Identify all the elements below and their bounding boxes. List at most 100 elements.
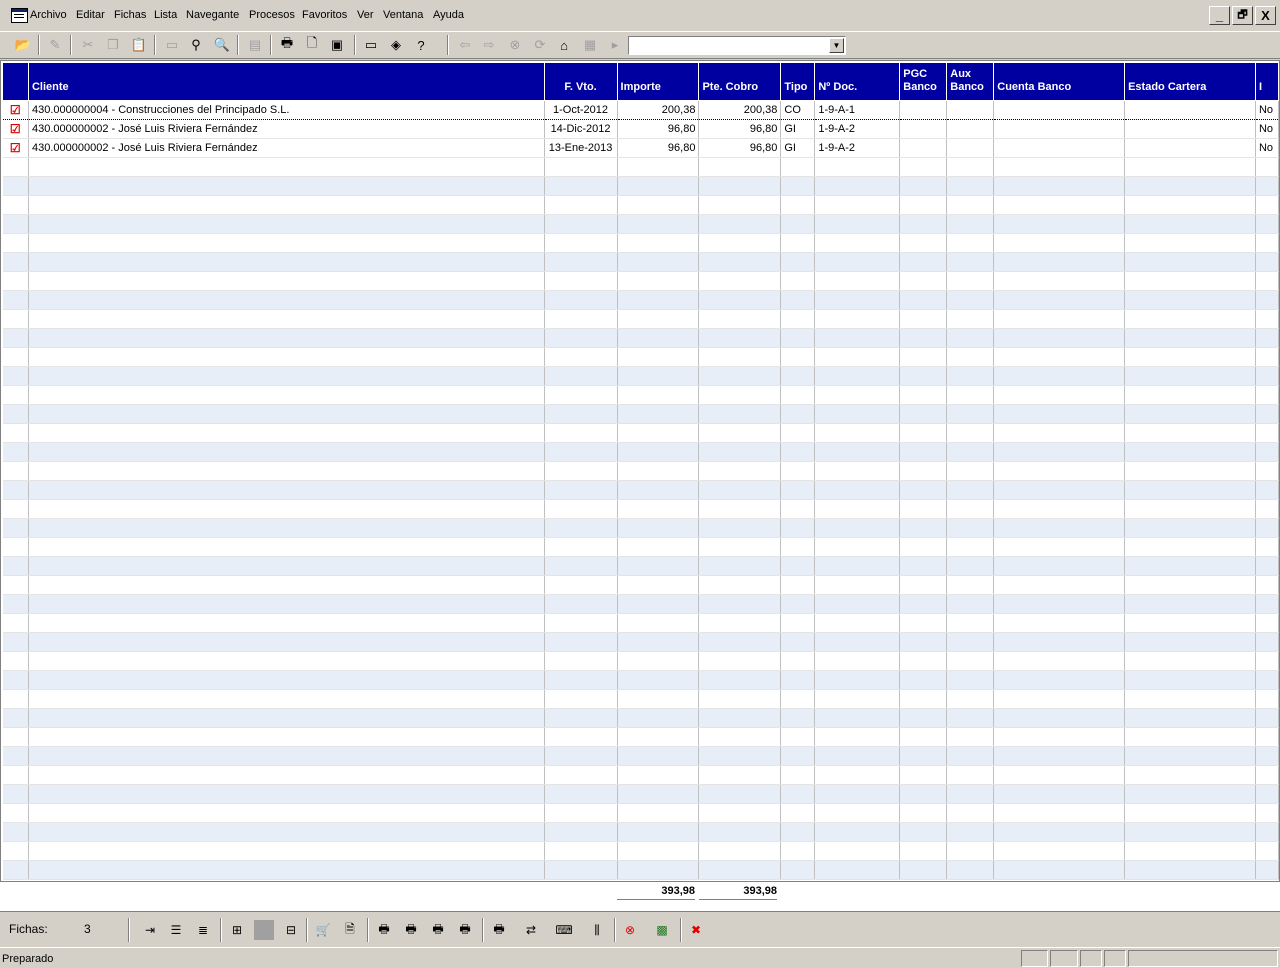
col-header-fvto[interactable]: F. Vto. [543,62,618,101]
empty-cell[interactable] [698,556,782,576]
empty-cell[interactable] [544,727,618,747]
empty-cell[interactable] [993,404,1126,424]
empty-cell[interactable] [617,556,700,576]
empty-cell[interactable] [993,442,1126,462]
empty-cell[interactable] [2,328,29,348]
empty-cell[interactable] [698,575,782,595]
empty-cell[interactable] [814,727,901,747]
empty-row[interactable] [2,860,1279,880]
empty-cell[interactable] [1124,176,1256,196]
empty-cell[interactable] [1124,214,1256,234]
cell-importe[interactable]: 96,80 [617,119,700,139]
empty-cell[interactable] [544,556,618,576]
empty-row[interactable] [2,233,1279,253]
empty-cell[interactable] [899,499,948,519]
empty-cell[interactable] [814,347,901,367]
empty-cell[interactable] [617,613,700,633]
menu-archivo[interactable]: Archivo [30,9,67,21]
empty-cell[interactable] [1255,404,1279,424]
empty-cell[interactable] [28,727,545,747]
empty-cell[interactable] [2,290,29,310]
empty-cell[interactable] [780,727,816,747]
empty-cell[interactable] [946,442,995,462]
empty-row[interactable] [2,404,1279,424]
empty-row[interactable] [2,385,1279,405]
empty-cell[interactable] [28,385,545,405]
empty-cell[interactable] [28,651,545,671]
empty-cell[interactable] [946,727,995,747]
empty-cell[interactable] [544,385,618,405]
empty-cell[interactable] [1255,651,1279,671]
cell-ndoc[interactable]: 1-9-A-2 [814,119,901,139]
cell-i[interactable]: No [1255,138,1279,158]
empty-row[interactable] [2,309,1279,329]
empty-cell[interactable] [28,822,545,842]
empty-cell[interactable] [1124,309,1256,329]
empty-cell[interactable] [617,575,700,595]
empty-cell[interactable] [698,746,782,766]
empty-cell[interactable] [28,518,545,538]
empty-cell[interactable] [814,176,901,196]
empty-row[interactable] [2,347,1279,367]
empty-cell[interactable] [28,708,545,728]
empty-cell[interactable] [814,366,901,386]
empty-cell[interactable] [780,499,816,519]
empty-cell[interactable] [698,214,782,234]
empty-cell[interactable] [2,252,29,272]
empty-cell[interactable] [946,271,995,291]
empty-cell[interactable] [1255,822,1279,842]
cell-aux-banco[interactable] [946,119,995,139]
empty-cell[interactable] [28,670,545,690]
empty-cell[interactable] [2,442,29,462]
empty-cell[interactable] [814,689,901,709]
cell-estado-cartera[interactable] [1124,119,1256,139]
empty-cell[interactable] [28,480,545,500]
empty-row[interactable] [2,518,1279,538]
empty-cell[interactable] [544,689,618,709]
print-icon[interactable]: 🖶 [489,920,509,940]
empty-cell[interactable] [814,252,901,272]
print-icon[interactable]: 🖶 [428,920,448,940]
tree-collapse-icon[interactable]: ⊟ [281,920,301,940]
empty-row[interactable] [2,556,1279,576]
empty-cell[interactable] [544,461,618,481]
empty-cell[interactable] [28,176,545,196]
empty-cell[interactable] [1255,746,1279,766]
empty-cell[interactable] [1255,670,1279,690]
empty-cell[interactable] [1255,309,1279,329]
empty-cell[interactable] [617,499,700,519]
empty-cell[interactable] [28,461,545,481]
empty-cell[interactable] [617,841,700,861]
empty-row[interactable] [2,214,1279,234]
empty-row[interactable] [2,632,1279,652]
empty-cell[interactable] [814,290,901,310]
empty-cell[interactable] [544,214,618,234]
empty-cell[interactable] [899,689,948,709]
empty-cell[interactable] [993,347,1126,367]
empty-cell[interactable] [1124,765,1256,785]
empty-cell[interactable] [899,765,948,785]
empty-cell[interactable] [617,347,700,367]
empty-cell[interactable] [698,784,782,804]
empty-cell[interactable] [28,537,545,557]
col-header-cliente[interactable]: Cliente [27,62,545,101]
empty-cell[interactable] [899,252,948,272]
empty-cell[interactable] [814,803,901,823]
empty-cell[interactable] [2,556,29,576]
empty-cell[interactable] [617,537,700,557]
empty-cell[interactable] [946,537,995,557]
empty-cell[interactable] [1255,214,1279,234]
empty-cell[interactable] [993,290,1126,310]
empty-cell[interactable] [698,841,782,861]
empty-cell[interactable] [698,157,782,177]
empty-cell[interactable] [780,157,816,177]
empty-cell[interactable] [946,651,995,671]
empty-cell[interactable] [544,860,618,880]
empty-cell[interactable] [946,290,995,310]
empty-cell[interactable] [780,233,816,253]
empty-cell[interactable] [544,499,618,519]
empty-cell[interactable] [814,841,901,861]
empty-cell[interactable] [814,385,901,405]
empty-cell[interactable] [946,841,995,861]
empty-cell[interactable] [814,594,901,614]
